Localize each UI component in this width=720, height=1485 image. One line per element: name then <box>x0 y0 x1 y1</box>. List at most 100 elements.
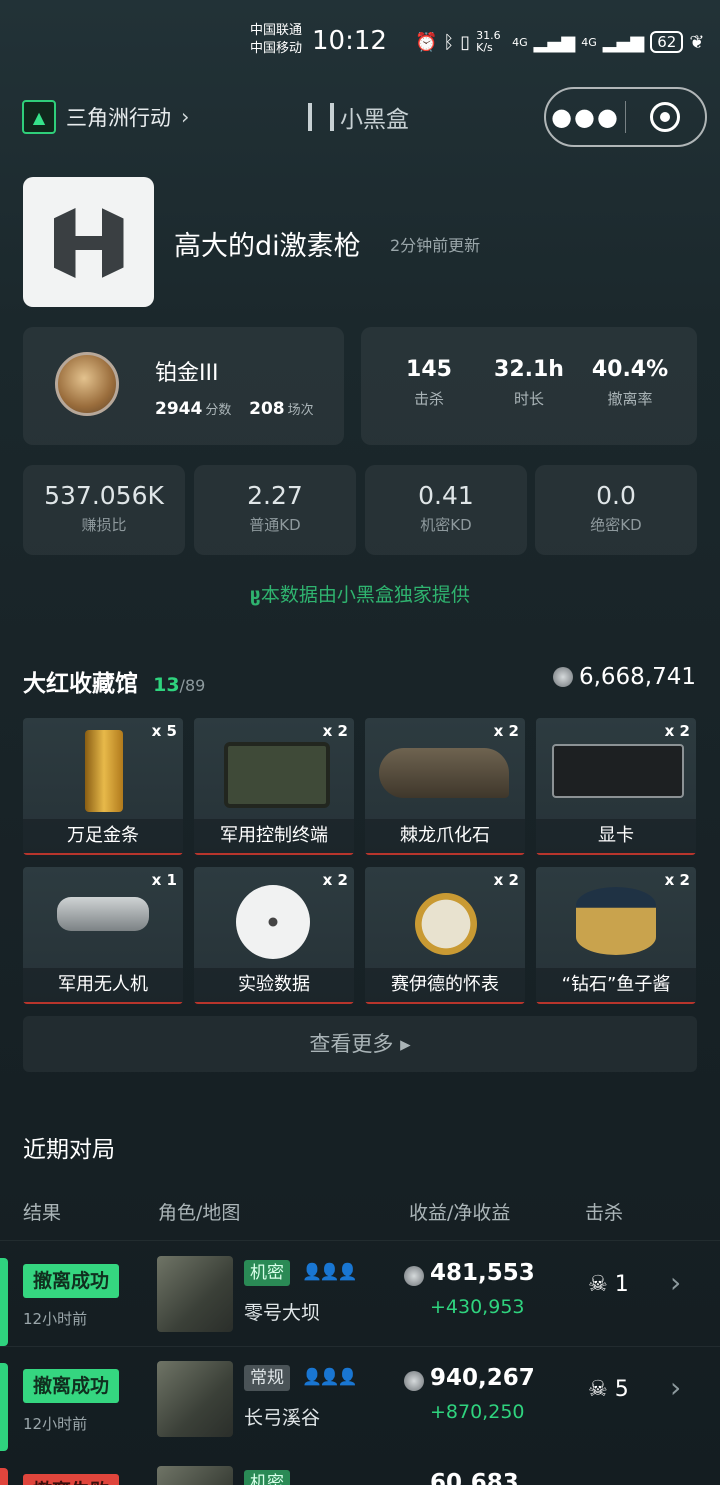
rank-medal-icon <box>55 352 119 416</box>
collection-header: 大红收藏馆 13/89 <box>23 664 205 698</box>
update-time: 2分钟前更新 <box>390 236 481 255</box>
mini-stat-profit-ratio: 537.056K 赚损比 <box>23 465 185 555</box>
provider-text: 本数据由小黑盒独家提供 <box>260 584 470 606</box>
item-name: 军用控制终端 <box>194 819 354 855</box>
match-row[interactable]: 撤离成功 12小时前 机密 👤👤👤 零号大坝 481,553 +430,953 … <box>0 1252 720 1348</box>
pocket-watch-icon <box>415 893 477 955</box>
data-provider-note: ჸ本数据由小黑盒独家提供 <box>0 580 720 607</box>
item-name: 万足金条 <box>23 819 183 855</box>
heybox-logo-icon <box>308 103 334 131</box>
target-icon <box>650 102 681 132</box>
skull-icon: ☠ <box>588 1377 608 1402</box>
stat-label: 时长 <box>513 390 544 408</box>
table-divider <box>0 1240 720 1241</box>
item-qty: x 1 <box>151 871 177 889</box>
chevron-right-icon: › <box>670 1266 682 1299</box>
collection-item[interactable]: x 2 赛伊德的怀表 <box>365 867 525 1004</box>
stats-card: 145 击杀 32.1h 时长 40.4% 撤离率 <box>361 327 697 445</box>
skull-icon: ☠ <box>588 1272 608 1297</box>
control-terminal-icon <box>224 742 330 808</box>
close-miniapp-button[interactable] <box>626 89 705 145</box>
map-name: 零号大坝 <box>244 1302 321 1324</box>
stat-label: 击杀 <box>413 390 444 408</box>
rank-score-line: 2944 分数 208 场次 <box>155 399 314 419</box>
collection-item[interactable]: x 2 实验数据 <box>194 867 354 1004</box>
item-qty: x 2 <box>664 722 690 740</box>
mini-stat-topsecret-kd: 0.0 绝密KD <box>535 465 697 555</box>
match-row[interactable]: 撤离失败 机密 60,683 <box>0 1462 720 1485</box>
collection-item[interactable]: x 2 “钻石”鱼子酱 <box>536 867 696 1004</box>
operator-avatar <box>157 1256 233 1332</box>
player-name: 高大的di激素枪 <box>174 231 361 262</box>
kills-count: ☠ 1 <box>588 1272 629 1297</box>
item-name: 棘龙爪化石 <box>365 819 525 855</box>
match-time: 12小时前 <box>23 1310 88 1328</box>
more-dots-icon: ●●● <box>551 103 620 131</box>
game-name: 三角洲行动 <box>66 106 171 130</box>
stat-extract-rate: 40.4% 撤离率 <box>574 357 686 409</box>
matches-value: 208 <box>249 399 285 419</box>
result-badge: 撤离成功 <box>23 1369 120 1403</box>
score-value: 2944 <box>155 399 203 419</box>
avatar[interactable] <box>23 177 154 307</box>
status-bar: 中国联通 中国移动 10:12 ⏰ ᛒ ▯ 31.6 K/s 4G ▂▄▆ 4G… <box>0 0 720 80</box>
game-switcher[interactable]: ▲ 三角洲行动 › <box>22 100 189 134</box>
more-menu-button[interactable]: ●●● <box>546 89 625 145</box>
data-disc-icon <box>236 885 310 959</box>
battery-level: 62 <box>650 31 684 53</box>
collection-item[interactable]: x 2 显卡 <box>536 718 696 855</box>
item-name: 军用无人机 <box>23 968 183 1004</box>
item-qty: x 2 <box>664 871 690 889</box>
stat-kills: 145 击杀 <box>373 357 485 409</box>
miniapp-capsule: ●●● <box>544 87 707 147</box>
rank-card: 铂金III 2944 分数 208 场次 <box>23 327 344 445</box>
collection-total: /89 <box>179 676 206 695</box>
collection-owned: 13 <box>153 674 180 696</box>
mini-stat-value: 537.056K <box>44 481 164 510</box>
kills-count: ☠ 5 <box>588 1377 629 1402</box>
network-2: 4G <box>581 35 597 49</box>
header-result: 结果 <box>23 1202 62 1224</box>
match-row[interactable]: 撤离成功 12小时前 常规 👤👤👤 长弓溪谷 940,267 +870,250 … <box>0 1357 720 1453</box>
item-name: 实验数据 <box>194 968 354 1004</box>
view-more-button[interactable]: 查看更多 ▸ <box>23 1016 697 1072</box>
carrier-2: 中国移动 <box>250 41 303 56</box>
mode-tag: 常规 <box>244 1365 290 1391</box>
collection-count: 13/89 <box>153 674 205 696</box>
brand-name: 小黑盒 <box>340 107 409 133</box>
caviar-tin-icon <box>576 887 656 955</box>
stat-value: 145 <box>406 357 452 382</box>
mini-stat-label: 赚损比 <box>81 516 127 534</box>
stat-playtime: 32.1h 时长 <box>473 357 585 409</box>
coin-icon <box>404 1371 424 1391</box>
item-qty: x 2 <box>493 722 519 740</box>
net-income: +870,250 <box>430 1401 525 1423</box>
result-bar <box>0 1363 8 1451</box>
leaf-icon: ❦ <box>689 31 705 53</box>
row-divider <box>0 1346 720 1347</box>
header-income: 收益/净收益 <box>409 1202 511 1224</box>
mini-stat-label: 机密KD <box>420 516 472 534</box>
matches-label: 场次 <box>287 403 314 418</box>
gross-income: 481,553 <box>430 1260 535 1286</box>
collection-item[interactable]: x 2 军用控制终端 <box>194 718 354 855</box>
gross-income: 60,683 <box>430 1470 519 1485</box>
alarm-icon: ⏰ <box>415 31 438 53</box>
item-name: 赛伊德的怀表 <box>365 968 525 1004</box>
operator-avatar <box>157 1361 233 1437</box>
carrier-1: 中国联通 <box>250 23 303 38</box>
collection-item[interactable]: x 2 棘龙爪化石 <box>365 718 525 855</box>
collection-item[interactable]: x 1 军用无人机 <box>23 867 183 1004</box>
result-badge: 撤离失败 <box>23 1474 120 1485</box>
item-qty: x 2 <box>322 722 348 740</box>
score-label: 分数 <box>205 403 232 418</box>
graphics-card-icon <box>552 744 684 798</box>
coin-icon <box>552 667 573 687</box>
squad-icon: 👤👤👤 <box>302 1367 358 1386</box>
network-1: 4G <box>512 35 528 49</box>
collection-item[interactable]: x 5 万足金条 <box>23 718 183 855</box>
game-logo-icon: ▲ <box>22 100 56 134</box>
item-qty: x 2 <box>322 871 348 889</box>
map-name: 长弓溪谷 <box>244 1407 321 1429</box>
kills-value: 5 <box>614 1377 629 1402</box>
